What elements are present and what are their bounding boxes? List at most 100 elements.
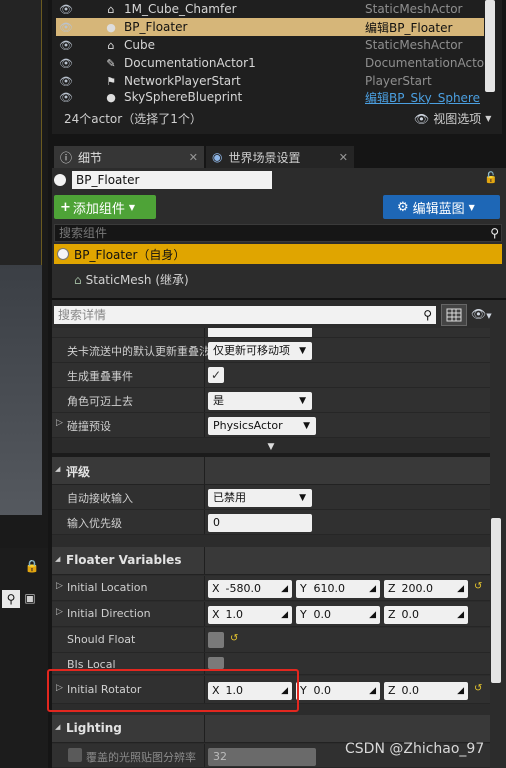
detail-search-input[interactable]: 搜索详情 ⚲ <box>54 306 436 324</box>
search-icon: ⚲ <box>423 308 432 322</box>
outliner-row-type: StaticMeshActor <box>365 2 463 16</box>
tab-label: 细节 <box>78 150 103 165</box>
property-label: 关卡流送中的默认更新重叠法 <box>67 345 210 358</box>
outliner-scrollbar[interactable] <box>485 0 495 92</box>
visibility-eye-icon[interactable]: 👁 <box>56 91 76 104</box>
column-separator <box>204 413 205 437</box>
cube-icon: ⌂ <box>107 2 115 16</box>
section-input[interactable]: 评级 <box>52 457 490 485</box>
initial-location-x-field[interactable]: X -580.0 ◢ <box>208 580 292 598</box>
property-label: 生成重叠事件 <box>67 370 133 383</box>
save-icon[interactable]: ▣ <box>22 590 38 606</box>
column-separator <box>204 744 205 767</box>
collision-preset-combo[interactable]: PhysicsActor ▼ <box>208 417 316 435</box>
info-icon: ⓘ <box>60 150 73 165</box>
reset-to-default-icon[interactable]: ↺ <box>474 581 482 592</box>
input-priority-field[interactable]: 0 <box>208 514 312 532</box>
column-separator <box>204 576 205 600</box>
lock-icon[interactable]: 🔒 <box>24 558 40 574</box>
visibility-eye-icon[interactable]: 👁 <box>56 75 76 88</box>
actor-sphere-icon <box>54 174 66 186</box>
axis-y-label: Y <box>300 582 307 595</box>
property-row: 生成重叠事件 ✓ <box>52 363 490 388</box>
initial-direction-x-field[interactable]: X 1.0 ◢ <box>208 606 292 624</box>
outliner-row[interactable]: 👁 ⌂ 1M_Cube_Chamfer StaticMeshActor <box>56 0 484 18</box>
detail-search-placeholder: 搜索详情 <box>58 308 107 322</box>
field-value: 32 <box>213 750 227 763</box>
outliner-row[interactable]: 👁 ✎ DocumentationActor1 DocumentationAct… <box>56 54 489 72</box>
outliner-row[interactable]: 👁 ● SkySphereBlueprint 编辑BP_Sky_Sphere <box>56 90 484 104</box>
left-toolbar: 🔒 ⚲ ▣ <box>0 548 48 768</box>
reset-to-default-icon[interactable]: ↺ <box>474 683 482 694</box>
reset-to-default-icon[interactable]: ↺ <box>230 633 238 644</box>
outliner-row-type[interactable]: 编辑BP_Floater <box>365 19 452 36</box>
edit-blueprint-button[interactable]: ⚙ 编辑蓝图 ▼ <box>383 195 500 219</box>
tab-details[interactable]: ⓘ 细节 ✕ <box>54 146 204 168</box>
property-matrix-button[interactable] <box>441 304 467 326</box>
outliner-row-type: PlayerStart <box>365 74 432 88</box>
bis-local-checkbox[interactable] <box>208 657 224 669</box>
component-search-input[interactable]: 搜索组件 ⚲ <box>54 224 502 242</box>
edit-blueprint-label: 编辑蓝图 <box>412 201 465 217</box>
globe-icon: ◉ <box>212 150 223 164</box>
visibility-eye-icon[interactable]: 👁 <box>56 21 76 34</box>
outliner-row[interactable]: 👁 ⌂ Cube StaticMeshActor <box>56 36 484 54</box>
viewport-floor <box>0 265 42 515</box>
should-float-checkbox[interactable] <box>208 632 224 648</box>
chevron-down-icon: ▼ <box>486 312 492 320</box>
visibility-eye-icon[interactable]: 👁 <box>56 57 76 70</box>
initial-direction-z-field[interactable]: Z 0.0 ◢ <box>384 606 468 624</box>
component-self-row[interactable]: BP_Floater（自身） <box>54 244 502 264</box>
actor-name-field[interactable]: BP_Floater <box>72 171 272 189</box>
component-static-mesh-row[interactable]: ⌂ StaticMesh (继承) <box>74 271 189 288</box>
column-separator <box>204 628 205 652</box>
initial-location-z-field[interactable]: Z 200.0 ◢ <box>384 580 468 598</box>
outliner-row-type-link[interactable]: 编辑BP_Sky_Sphere <box>365 90 480 105</box>
view-options-button[interactable]: 👁 视图选项 ▼ <box>414 110 491 127</box>
initial-location-y-field[interactable]: Y 610.0 ◢ <box>296 580 380 598</box>
outliner-row-name: 1M_Cube_Chamfer <box>124 2 237 16</box>
section-floater-variables[interactable]: Floater Variables <box>52 547 490 575</box>
generate-overlap-checkbox[interactable]: ✓ <box>208 367 224 383</box>
details-scrollbar[interactable] <box>491 518 501 683</box>
outliner-row-selected[interactable]: 👁 ● BP_Floater 编辑BP_Floater <box>56 18 484 36</box>
drag-handle-icon: ◢ <box>457 686 464 696</box>
search-icon[interactable]: ⚲ <box>2 590 20 608</box>
property-label: 角色可迈上去 <box>67 395 133 408</box>
property-label[interactable]: Initial Location <box>56 581 148 594</box>
property-row-initial-direction: Initial Direction X 1.0 ◢ Y 0.0 ◢ Z 0.0 ◢ <box>52 602 490 627</box>
add-component-button[interactable]: + 添加组件 ▼ <box>54 195 156 219</box>
axis-z-label: Z <box>388 582 396 595</box>
update-overlaps-combo[interactable]: 仅更新可移动项 ▼ <box>208 342 312 360</box>
override-lightmap-checkbox[interactable] <box>68 748 82 762</box>
visibility-eye-icon[interactable]: 👁 <box>56 3 76 16</box>
initial-rotator-z-field[interactable]: Z 0.0 ◢ <box>384 682 468 700</box>
panel-divider[interactable] <box>52 298 506 300</box>
property-label[interactable]: 碰撞预设 <box>56 418 111 434</box>
close-icon[interactable]: ✕ <box>339 151 348 164</box>
caret-down-icon: ▼ <box>299 396 306 406</box>
column-separator <box>204 715 205 742</box>
vector-value: 1.0 <box>225 608 244 621</box>
visibility-filter-button[interactable]: 👁▼ <box>471 307 492 321</box>
initial-rotator-y-field[interactable]: Y 0.0 ◢ <box>296 682 380 700</box>
tab-label: 世界场景设置 <box>228 150 301 165</box>
outliner-row[interactable]: 👁 ⚑ NetworkPlayerStart PlayerStart <box>56 72 484 90</box>
can-step-up-combo[interactable]: 是 ▼ <box>208 392 312 410</box>
outliner-row-name: BP_Floater <box>124 20 188 34</box>
property-row-clipped <box>52 328 490 338</box>
lock-icon[interactable]: 🔓 <box>484 171 498 187</box>
close-icon[interactable]: ✕ <box>189 151 198 164</box>
axis-x-label: X <box>212 582 220 595</box>
visibility-eye-icon[interactable]: 👁 <box>56 39 76 52</box>
section-lighting[interactable]: Lighting <box>52 715 490 743</box>
caret-down-icon: ▼ <box>299 493 306 503</box>
property-label: 覆盖的光照贴图分辨率 <box>86 751 196 764</box>
column-separator <box>204 363 205 387</box>
initial-direction-y-field[interactable]: Y 0.0 ◢ <box>296 606 380 624</box>
tab-world-settings[interactable]: ◉ 世界场景设置 ✕ <box>206 146 354 168</box>
advanced-expand-arrow[interactable]: ▼ <box>52 440 490 454</box>
auto-receive-input-combo[interactable]: 已禁用 ▼ <box>208 489 312 507</box>
drag-handle-icon: ◢ <box>281 610 288 620</box>
property-label[interactable]: Initial Direction <box>56 607 151 620</box>
